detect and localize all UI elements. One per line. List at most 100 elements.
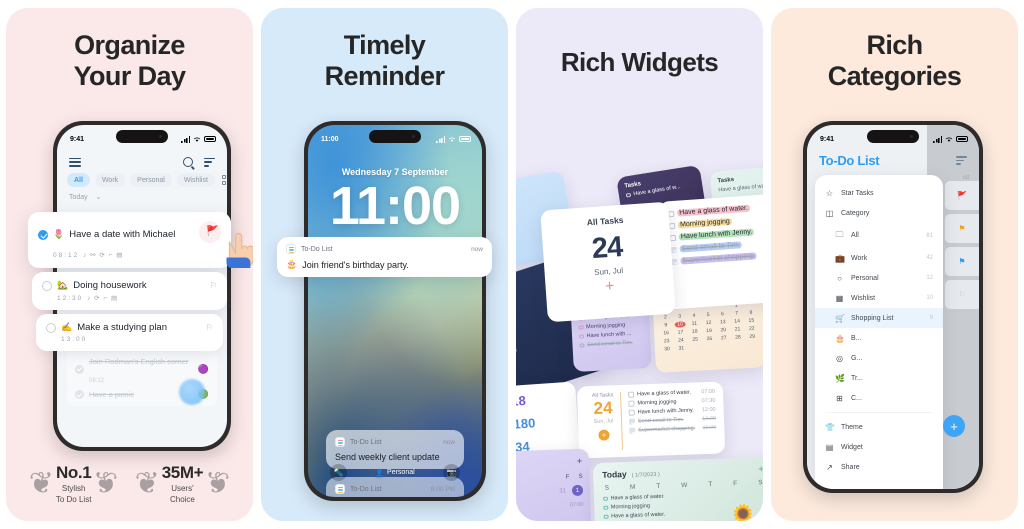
calendar-day[interactable]: 26 (704, 336, 715, 343)
sort-icon-4[interactable] (956, 156, 967, 165)
calendar-day[interactable]: 30 (661, 346, 672, 353)
sidebar-item-personal[interactable]: ○ Personal 12 (815, 268, 943, 288)
calendar-day[interactable]: 24 (675, 337, 686, 344)
calendar-day[interactable] (747, 341, 758, 348)
calendar-day[interactable]: 31 (676, 345, 687, 352)
calendar-day[interactable]: 23 (661, 338, 672, 345)
calendar-day[interactable]: 21 (732, 326, 743, 333)
sidebar-item-wishlist[interactable]: ▦ Wishlist 10 (815, 288, 943, 308)
sidebar-item-theme[interactable]: 👕 Theme (815, 417, 943, 437)
lav-add-icon[interactable]: + (516, 456, 583, 469)
sidebar-item-star-tasks[interactable]: ☆ Star Tasks (815, 183, 943, 203)
calendar-day[interactable]: 7 (731, 310, 742, 317)
sidebar-item-g---[interactable]: ◎ G... (815, 348, 943, 368)
chip-wishlist[interactable]: Wishlist (176, 173, 215, 187)
orange-add-button[interactable]: + (598, 429, 610, 441)
calendar-day[interactable] (733, 342, 744, 349)
sidebar-item-category[interactable]: ◫ Category (815, 203, 943, 223)
camera-icon[interactable]: 📷 (442, 464, 460, 481)
today-section-header[interactable]: Today ⌄ (69, 193, 102, 201)
calendar-day[interactable]: 20 (718, 327, 729, 334)
laurel-right-icon: ❦ (93, 467, 119, 500)
notification-1-featured[interactable]: To-Do List now 🎂 Join friend's birthday … (277, 237, 492, 277)
chip-work[interactable]: Work (94, 173, 126, 187)
calendar-day[interactable]: 16 (661, 330, 672, 337)
calendar-day[interactable] (690, 344, 701, 351)
today-add-icon[interactable]: + (758, 464, 763, 475)
task-card-3[interactable]: ✍️ Make a studying plan ⚐ 13:00 (36, 314, 223, 351)
checklist-item[interactable]: Have a glass of water. (668, 200, 763, 217)
sidebar-item-tr---[interactable]: 🌿 Tr... (815, 368, 943, 388)
calendar-day[interactable]: 3 (674, 313, 685, 320)
chip-personal[interactable]: Personal (130, 173, 172, 187)
search-icon[interactable] (183, 157, 193, 167)
orange-item-0: Have a glass of water. 07:00 (628, 389, 715, 398)
hero-add-button[interactable]: + (553, 277, 666, 298)
calendar-day[interactable]: 8 (745, 309, 756, 316)
calendar-day[interactable]: 28 (732, 334, 743, 341)
travel-icon: 🌿 (835, 373, 845, 383)
add-category-icon[interactable] (221, 175, 227, 185)
widget-lavender-week[interactable]: + F S 31 1 07:00 (516, 448, 592, 521)
menu-icon[interactable] (69, 157, 81, 167)
award-value-1: No.1 (56, 463, 92, 482)
add-task-fab[interactable]: + (943, 415, 965, 437)
task-checkbox-3[interactable] (46, 322, 56, 333)
task-card-1[interactable]: 🌷 Have a date with Michael 🚩 08:12 ♪ ⚯ ⟳… (28, 212, 231, 268)
calendar-day[interactable]: 12 (703, 320, 714, 327)
sidebar-item-b---[interactable]: 🎂 B... (815, 328, 943, 348)
task-time-1: 08:12 (53, 252, 80, 259)
task-checkbox-2[interactable] (42, 280, 52, 291)
calendar-day[interactable]: 10 (674, 321, 686, 328)
calendar-day[interactable]: 29 (747, 333, 758, 340)
phone-screen-4: 9:41 To-Do List ist 🚩 ⚑ ⚑ ⚐ + ☆ Star Tas… (807, 125, 979, 489)
chip-all[interactable]: All (67, 173, 90, 187)
task-card-2[interactable]: 🏡 Doing housework ⚐ 12:30 ♪ ⟳ ⌐ ▤ (32, 272, 227, 310)
sidebar-item-shopping-list[interactable]: 🛒 Shopping List 9 (815, 308, 943, 328)
floating-task-cards: 🌷 Have a date with Michael 🚩 08:12 ♪ ⚯ ⟳… (28, 212, 231, 351)
drawer-footer-list: 👕 Theme ▤ Widget ↗ Share (815, 417, 943, 477)
headline-line-2: Your Day (73, 61, 186, 92)
calendar-day[interactable]: 5 (703, 312, 714, 319)
awards-row: ❦ No.1 Stylish To Do List ❦ ❦ 35M+ Users… (6, 463, 253, 505)
calendar-day[interactable]: 2 (660, 314, 671, 321)
calendar-day[interactable]: 17 (675, 329, 686, 336)
calendar-day[interactable]: 6 (717, 311, 728, 318)
notification-time-1: now (471, 245, 483, 253)
calendar-day[interactable]: 19 (703, 328, 714, 335)
calendar-day[interactable]: 25 (690, 336, 701, 343)
calendar-day[interactable]: 27 (718, 335, 729, 342)
goal-icon: ◎ (836, 353, 843, 363)
widget-orange-alltasks[interactable]: All Tasks 24 Sun, Jul + Have a glass of … (576, 381, 726, 459)
calendar-day[interactable] (718, 343, 729, 350)
calendar-day[interactable] (704, 344, 715, 351)
calendar-day[interactable]: 11 (689, 320, 700, 327)
calendar-day[interactable]: 22 (746, 325, 757, 332)
flag-grey-icon-2[interactable]: ⚐ (206, 323, 213, 332)
flag-grey-item[interactable]: ⚐ (945, 280, 979, 309)
focus-mode-label: 👤 Personal (375, 469, 414, 477)
widget-today[interactable]: Today ( 1/7/2023 ) + SM TW TF S Have a g… (592, 456, 763, 521)
calendar-day[interactable]: 14 (731, 318, 742, 325)
widget-hero-alltasks[interactable]: All Tasks 24 Sun, Jul + (540, 201, 676, 323)
flag-red-item[interactable]: 🚩 (945, 181, 979, 210)
sidebar-item-widget[interactable]: ▤ Widget (815, 437, 943, 457)
task-time-3: 13:00 (61, 336, 88, 343)
calendar-day[interactable]: 4 (688, 312, 699, 319)
flashlight-icon[interactable]: 🔦 (330, 464, 347, 481)
sidebar-item-c---[interactable]: ⊞ C... (815, 388, 943, 408)
calendar-day[interactable]: 9 (660, 322, 671, 329)
calendar-day[interactable]: 13 (717, 319, 728, 326)
flag-orange-item[interactable]: ⚑ (945, 214, 979, 243)
sidebar-item-all[interactable]: 🗀 All 81 (815, 223, 943, 248)
calendar-day[interactable]: 15 (746, 317, 757, 324)
sidebar-item-work[interactable]: 💼 Work 42 (815, 248, 943, 268)
flag-blue-item[interactable]: ⚑ (945, 247, 979, 276)
task-checkbox-done[interactable] (38, 229, 48, 240)
sidebar-item-share[interactable]: ↗ Share (815, 457, 943, 477)
calendar-day[interactable]: 18 (689, 328, 700, 335)
sort-icon[interactable] (204, 157, 215, 167)
notification-app-2: To-Do List (350, 438, 382, 446)
flag-grey-icon[interactable]: ⚐ (210, 281, 217, 290)
award-badge-1: ❦ No.1 Stylish To Do List ❦ (29, 463, 119, 505)
